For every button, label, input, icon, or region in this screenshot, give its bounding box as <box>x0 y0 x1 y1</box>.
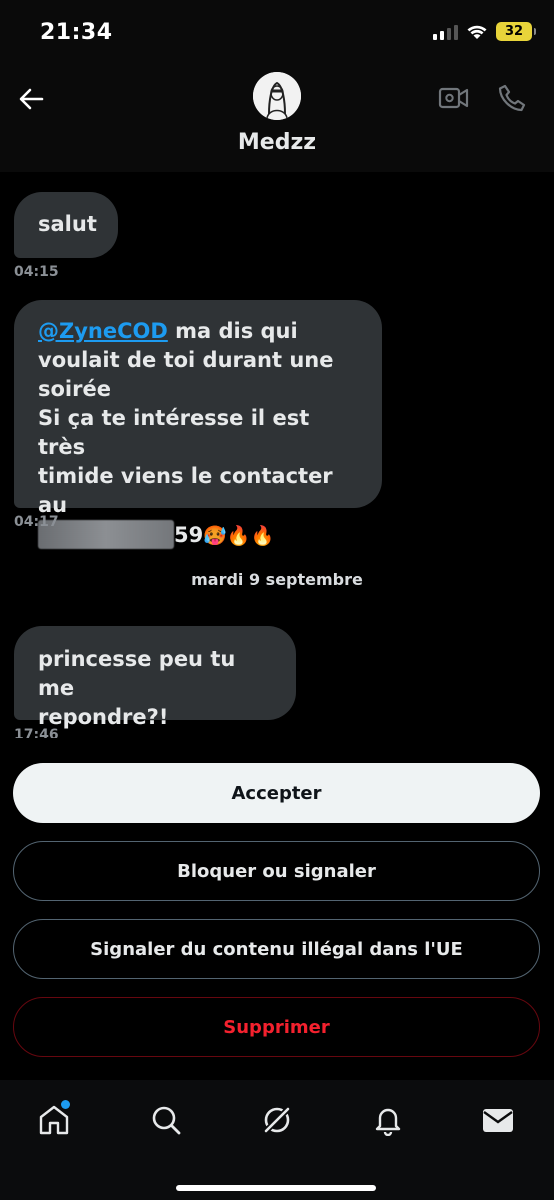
message-line: princesse peu tu me <box>38 647 236 700</box>
message-list[interactable]: salut 04:15 @ZyneCOD ma dis qui voulait … <box>0 172 554 738</box>
avatar-image <box>253 72 301 120</box>
nav-notifications[interactable] <box>368 1100 408 1140</box>
message-line: repondre?! <box>38 705 169 729</box>
message-text: ma dis qui <box>167 319 298 343</box>
message-bubble[interactable]: salut <box>14 192 118 258</box>
message-time: 04:15 <box>14 264 59 280</box>
wifi-icon <box>467 25 487 39</box>
status-icons: 32 <box>433 22 536 41</box>
bottom-navigation <box>0 1080 554 1200</box>
message-line: voulait de toi durant une <box>38 348 334 372</box>
nav-messages[interactable] <box>478 1100 518 1140</box>
message-bubble[interactable]: princesse peu tu me repondre?! <box>14 626 296 729</box>
avatar[interactable] <box>253 72 301 120</box>
notification-dot <box>61 1100 70 1109</box>
nav-search[interactable] <box>146 1100 186 1140</box>
back-button[interactable] <box>14 82 48 116</box>
block-or-report-button[interactable]: Bloquer ou signaler <box>13 841 540 901</box>
accept-button[interactable]: Accepter <box>13 763 540 823</box>
delete-button[interactable]: Supprimer <box>13 997 540 1057</box>
message-line: timide viens le contacter au <box>38 464 333 517</box>
phone-icon <box>498 84 526 112</box>
home-indicator <box>176 1185 376 1191</box>
status-time: 21:34 <box>40 20 113 45</box>
search-icon <box>152 1106 181 1135</box>
signal-icon <box>433 24 458 40</box>
mention-link[interactable]: @ZyneCOD <box>38 319 168 343</box>
grok-icon <box>262 1105 292 1135</box>
battery-indicator: 32 <box>496 22 536 41</box>
contact-name[interactable]: Medzz <box>0 130 554 155</box>
status-bar: 21:34 32 <box>0 0 554 66</box>
video-call-icon <box>438 87 469 109</box>
nav-grok[interactable] <box>257 1100 297 1140</box>
message-time: 04:17 <box>14 514 59 530</box>
phone-number-suffix: 59 <box>174 523 204 547</box>
message-bubble[interactable]: @ZyneCOD ma dis qui voulait de toi duran… <box>14 300 382 549</box>
message-line: soirée <box>38 377 111 401</box>
report-illegal-content-button[interactable]: Signaler du contenu illégal dans l'UE <box>13 919 540 979</box>
nav-home[interactable] <box>34 1100 74 1140</box>
back-arrow-icon <box>19 88 44 110</box>
message-line: @ZyneCOD ma dis qui <box>38 317 358 346</box>
emoji-text: 🥵🔥🔥 <box>203 525 275 547</box>
bell-icon <box>375 1108 401 1136</box>
video-call-button[interactable] <box>436 80 472 116</box>
mail-icon <box>483 1109 513 1132</box>
message-text: salut <box>38 212 97 236</box>
message-line: 59🥵🔥🔥 <box>38 520 358 551</box>
message-time: 17:46 <box>14 727 59 738</box>
date-separator: mardi 9 septembre <box>191 570 363 589</box>
phone-call-button[interactable] <box>494 80 530 116</box>
conversation-header: Medzz <box>0 66 554 172</box>
message-line: Si ça te intéresse il est très <box>38 406 310 459</box>
